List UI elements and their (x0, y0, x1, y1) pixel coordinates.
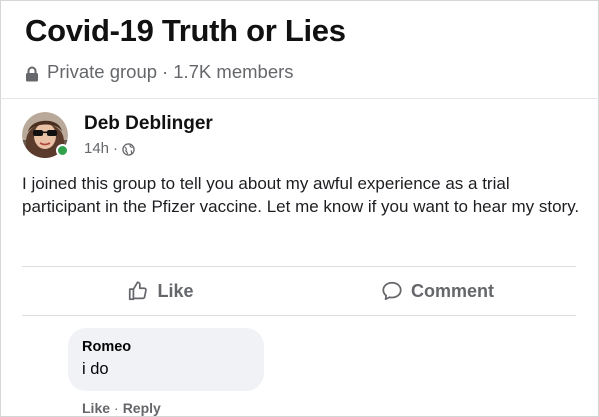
post-author-name[interactable]: Deb Deblinger (84, 112, 213, 136)
actions-divider-bottom (22, 315, 576, 316)
group-meta: Private group · 1.7K members (25, 60, 585, 84)
avatar[interactable] (22, 112, 69, 158)
post-body-text: I joined this group to tell you about my… (22, 174, 580, 216)
globe-icon[interactable] (122, 142, 135, 156)
group-header: Covid-19 Truth or Lies Private group · 1… (25, 12, 585, 84)
like-label: Like (157, 280, 194, 301)
group-privacy: Private group (47, 61, 158, 82)
group-members[interactable]: 1.7K members (173, 60, 293, 84)
lock-icon (25, 64, 39, 82)
author-block: Deb Deblinger 14h · (84, 112, 213, 158)
comment-actions: Like · Reply (82, 400, 264, 416)
online-status-dot (56, 144, 69, 157)
comment-button[interactable]: Comment (299, 267, 576, 315)
time-separator: · (113, 140, 119, 157)
comment-like-link[interactable]: Like (82, 400, 110, 416)
comment-item: Romeo i do Like · Reply (68, 328, 264, 416)
post-actions-bar: Like Comment (22, 267, 576, 315)
comment-bubble: Romeo i do (68, 328, 264, 391)
comment-reply-link[interactable]: Reply (123, 400, 161, 416)
thumbs-up-icon (129, 281, 148, 301)
speech-bubble-icon (382, 281, 402, 301)
comment-actions-separator: · (114, 400, 119, 416)
comment-label: Comment (410, 280, 494, 301)
post-time[interactable]: 14h (84, 140, 109, 158)
meta-separator: · (162, 61, 169, 82)
header-divider (0, 98, 599, 99)
post-header: Deb Deblinger 14h · (22, 112, 213, 158)
like-button[interactable]: Like (22, 267, 299, 315)
post-time-row: 14h · (84, 140, 213, 158)
comment-author[interactable]: Romeo (82, 338, 250, 357)
comment-text: i do (82, 360, 109, 378)
group-title[interactable]: Covid-19 Truth or Lies (25, 12, 585, 50)
